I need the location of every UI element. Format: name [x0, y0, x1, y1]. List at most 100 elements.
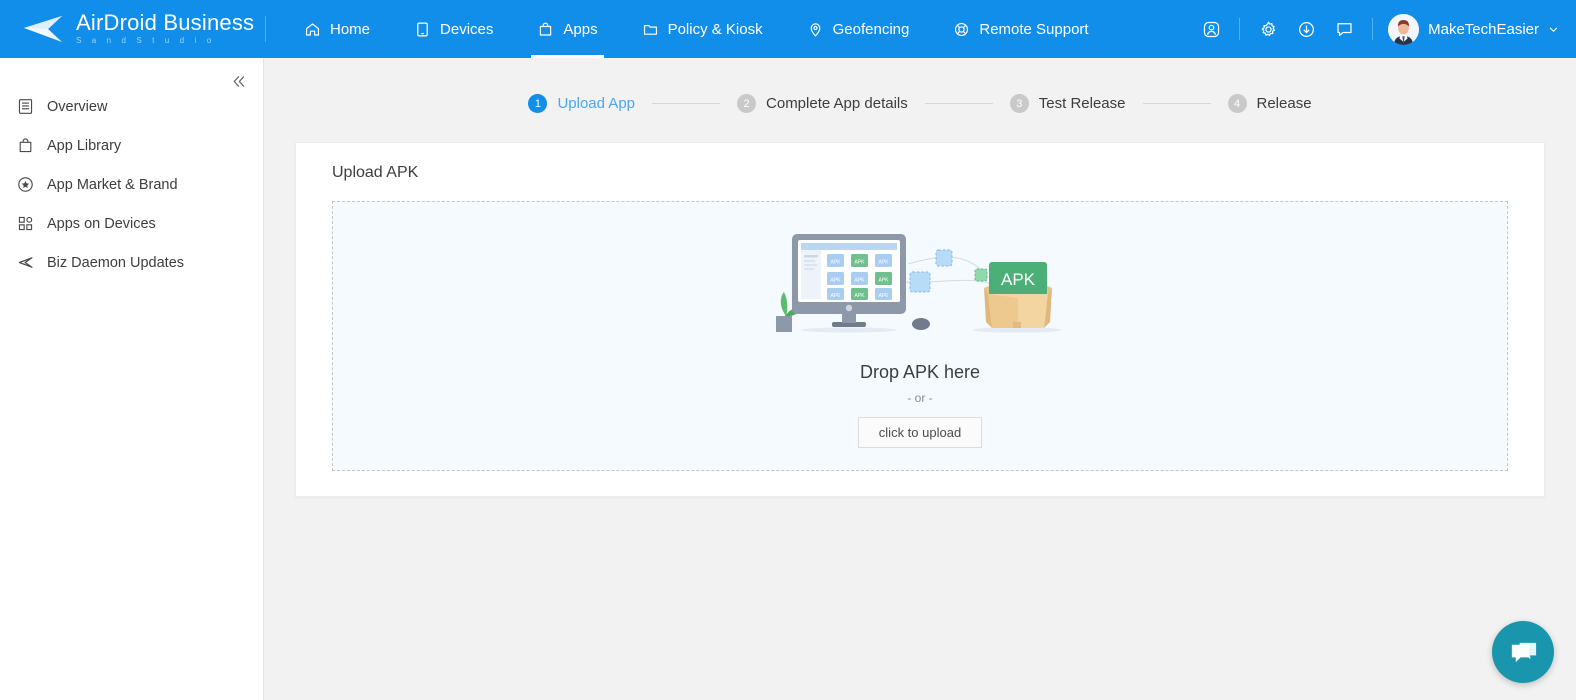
main-nav: Home Devices Apps Policy & Kiosk Geofenc… — [282, 0, 1111, 58]
wizard-stepper: 1 Upload App 2 Complete App details 3 Te… — [264, 58, 1576, 113]
sidebar-item-label: App Library — [47, 137, 122, 154]
nav-label: Devices — [440, 20, 494, 38]
grid-dots-icon-svg — [18, 216, 33, 231]
svg-text:APK: APK — [878, 260, 889, 266]
click-to-upload-button[interactable]: click to upload — [857, 417, 983, 448]
chat-support-button[interactable] — [1492, 621, 1554, 683]
dropzone-or-text: - or - — [907, 391, 933, 405]
sidebar-item-biz-daemon-updates[interactable]: Biz Daemon Updates — [0, 243, 263, 282]
lifebuoy-icon — [955, 22, 969, 36]
header-actions: MakeTechEasier — [1192, 10, 1576, 48]
svg-text:APK: APK — [830, 278, 841, 284]
send-arrow-icon-svg — [18, 257, 33, 268]
step-connector — [652, 103, 721, 104]
gear-icon — [1261, 21, 1275, 36]
step-number: 3 — [1009, 94, 1029, 113]
step-release[interactable]: 4 Release — [1227, 94, 1312, 113]
nav-item-remote-support[interactable]: Remote Support — [931, 0, 1110, 58]
svg-text:APK: APK — [830, 293, 841, 299]
step-label: Upload App — [557, 95, 636, 112]
sidebar-item-label: Overview — [47, 98, 108, 115]
dropzone-title: Drop APK here — [859, 362, 981, 382]
avatar — [1388, 13, 1420, 45]
sidebar-item-label: Biz Daemon Updates — [47, 254, 185, 271]
nav-item-devices[interactable]: Devices — [392, 0, 515, 58]
account-icon[interactable] — [1192, 10, 1230, 48]
send-arrow-icon — [16, 253, 35, 272]
apk-dropzone[interactable]: APK APK APK APK APK APK APK APK APK APK … — [332, 201, 1508, 471]
downloads-icon[interactable] — [1287, 10, 1325, 48]
nav-label: Policy & Kiosk — [667, 20, 763, 38]
main-content: 1 Upload App 2 Complete App details 3 Te… — [264, 58, 1576, 700]
sidebar-item-app-library[interactable]: App Library — [0, 126, 263, 165]
tablet-icon — [417, 22, 428, 36]
brand-title: AirDroid Business — [76, 10, 255, 35]
upload-card: Upload APK APK APK APK APK APK APK APK A… — [295, 142, 1545, 497]
step-complete-app-details[interactable]: 2 Complete App details — [737, 94, 908, 113]
nav-label: Home — [330, 20, 371, 38]
brand-logo[interactable]: AirDroid Business S a n d S t u d i o — [0, 0, 265, 58]
settings-icon[interactable] — [1249, 10, 1287, 48]
nav-label: Geofencing — [832, 20, 910, 38]
svg-text:APK: APK — [1001, 270, 1036, 289]
svg-text:APK: APK — [854, 293, 865, 299]
sidebar-item-app-market-brand[interactable]: App Market & Brand — [0, 165, 263, 204]
chevron-down-icon — [1549, 27, 1558, 32]
star-circle-icon-svg — [18, 177, 33, 192]
top-header: AirDroid Business S a n d S t u d i o Ho… — [0, 0, 1576, 58]
step-upload-app[interactable]: 1 Upload App — [528, 94, 635, 113]
map-pin-icon — [810, 22, 820, 36]
chat-bubbles-icon — [1511, 642, 1536, 662]
user-name: MakeTechEasier — [1428, 20, 1539, 38]
bag-icon — [16, 136, 35, 155]
home-icon — [305, 22, 320, 36]
step-label: Release — [1256, 95, 1312, 112]
header-divider — [1239, 18, 1241, 40]
sidebar-collapse-button[interactable] — [223, 66, 253, 96]
step-label: Complete App details — [766, 95, 908, 112]
nav-item-apps[interactable]: Apps — [515, 0, 619, 58]
download-icon — [1298, 21, 1314, 37]
grid-dots-icon — [16, 214, 35, 233]
svg-text:APK: APK — [854, 260, 865, 266]
nav-item-home[interactable]: Home — [282, 0, 392, 58]
step-connector — [924, 103, 993, 104]
folder-icon — [643, 24, 657, 35]
sidebar-item-apps-on-devices[interactable]: Apps on Devices — [0, 204, 263, 243]
nav-label: Apps — [563, 20, 598, 38]
svg-text:APK: APK — [878, 278, 889, 284]
svg-text:APK: APK — [830, 260, 841, 266]
header-divider — [1372, 18, 1374, 40]
step-number: 1 — [528, 94, 548, 113]
step-number: 4 — [1227, 94, 1247, 113]
step-test-release[interactable]: 3 Test Release — [1009, 94, 1126, 113]
document-list-icon-svg — [18, 99, 33, 114]
shopping-bag-icon — [540, 22, 552, 36]
step-number: 2 — [737, 94, 757, 113]
sidebar: Overview App Library App Market & Brand … — [0, 58, 264, 700]
step-connector — [1142, 103, 1211, 104]
document-list-icon — [16, 97, 35, 116]
card-title: Upload APK — [332, 164, 419, 181]
apk-upload-illustration: APK APK APK APK APK APK APK APK APK APK — [776, 234, 1061, 333]
sidebar-item-label: App Market & Brand — [47, 176, 178, 193]
brand-subtitle: S a n d S t u d i o — [76, 36, 216, 45]
user-menu[interactable]: MakeTechEasier — [1382, 13, 1558, 45]
user-badge-icon — [1203, 21, 1219, 37]
double-chevron-left-icon — [233, 75, 244, 87]
svg-text:APK: APK — [878, 293, 889, 299]
airdroid-arrow-logo-icon — [24, 16, 62, 42]
nav-label: Remote Support — [979, 20, 1089, 38]
app-root: AirDroid Business S a n d S t u d i o Ho… — [0, 0, 1576, 700]
nav-item-policy-kiosk[interactable]: Policy & Kiosk — [620, 0, 785, 58]
star-circle-icon — [16, 175, 35, 194]
bag-icon-svg — [19, 138, 32, 153]
messages-icon[interactable] — [1325, 10, 1363, 48]
header-divider — [265, 16, 266, 42]
svg-text:APK: APK — [854, 278, 865, 284]
nav-item-geofencing[interactable]: Geofencing — [785, 0, 932, 58]
step-label: Test Release — [1038, 95, 1126, 112]
sidebar-item-label: Apps on Devices — [47, 215, 156, 232]
message-icon — [1337, 22, 1352, 36]
user-avatar-icon — [1388, 13, 1420, 45]
